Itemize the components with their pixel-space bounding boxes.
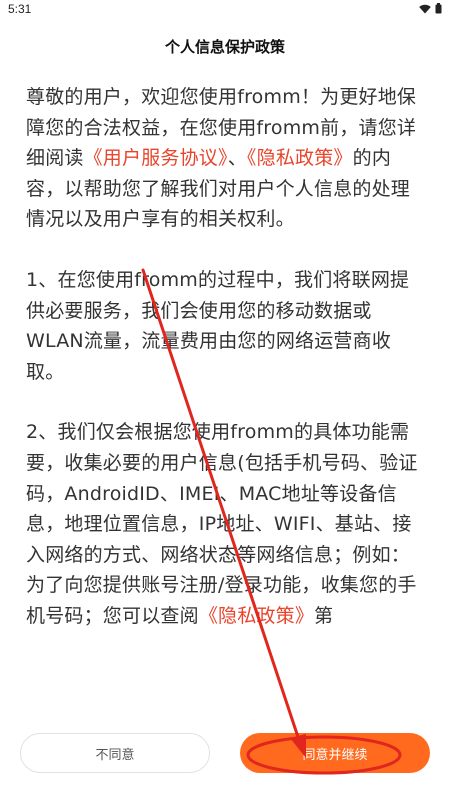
status-icons bbox=[419, 3, 442, 14]
status-time: 5:31 bbox=[8, 2, 32, 16]
button-row: 不同意 同意并继续 bbox=[0, 733, 450, 773]
agree-continue-button[interactable]: 同意并继续 bbox=[240, 733, 430, 773]
clause-2-paragraph: 2、我们仅会根据您使用fromm的具体功能需要，收集必要的用户信息(包括手机号码… bbox=[26, 417, 426, 631]
link-separator: 、 bbox=[227, 147, 247, 170]
privacy-policy-link-2[interactable]: 《隐私政策》 bbox=[199, 605, 314, 627]
clause-2-text-continued: 第 bbox=[314, 604, 334, 627]
clause-2-text: 2、我们仅会根据您使用fromm的具体功能需要，收集必要的用户信息(包括手机号码… bbox=[26, 421, 418, 627]
disagree-button[interactable]: 不同意 bbox=[20, 733, 210, 773]
status-bar: 5:31 bbox=[0, 0, 450, 20]
page-title: 个人信息保护政策 bbox=[164, 38, 285, 56]
clause-1-text: 1、在您使用fromm的过程中，我们将联网提供必要服务，我们会使用您的移动数据或… bbox=[26, 268, 410, 383]
clause-1-paragraph: 1、在您使用fromm的过程中，我们将联网提供必要服务，我们会使用您的移动数据或… bbox=[26, 265, 426, 387]
user-agreement-link[interactable]: 《用户服务协议》 bbox=[84, 147, 228, 169]
intro-paragraph: 尊敬的用户，欢迎您使用fromm！为更好地保障您的合法权益，在您使用fromm前… bbox=[26, 82, 426, 235]
battery-icon bbox=[435, 3, 442, 14]
wifi-icon bbox=[419, 4, 431, 14]
privacy-policy-link[interactable]: 《隐私政策》 bbox=[247, 147, 353, 169]
policy-content[interactable]: 尊敬的用户，欢迎您使用fromm！为更好地保障您的合法权益，在您使用fromm前… bbox=[26, 82, 426, 724]
